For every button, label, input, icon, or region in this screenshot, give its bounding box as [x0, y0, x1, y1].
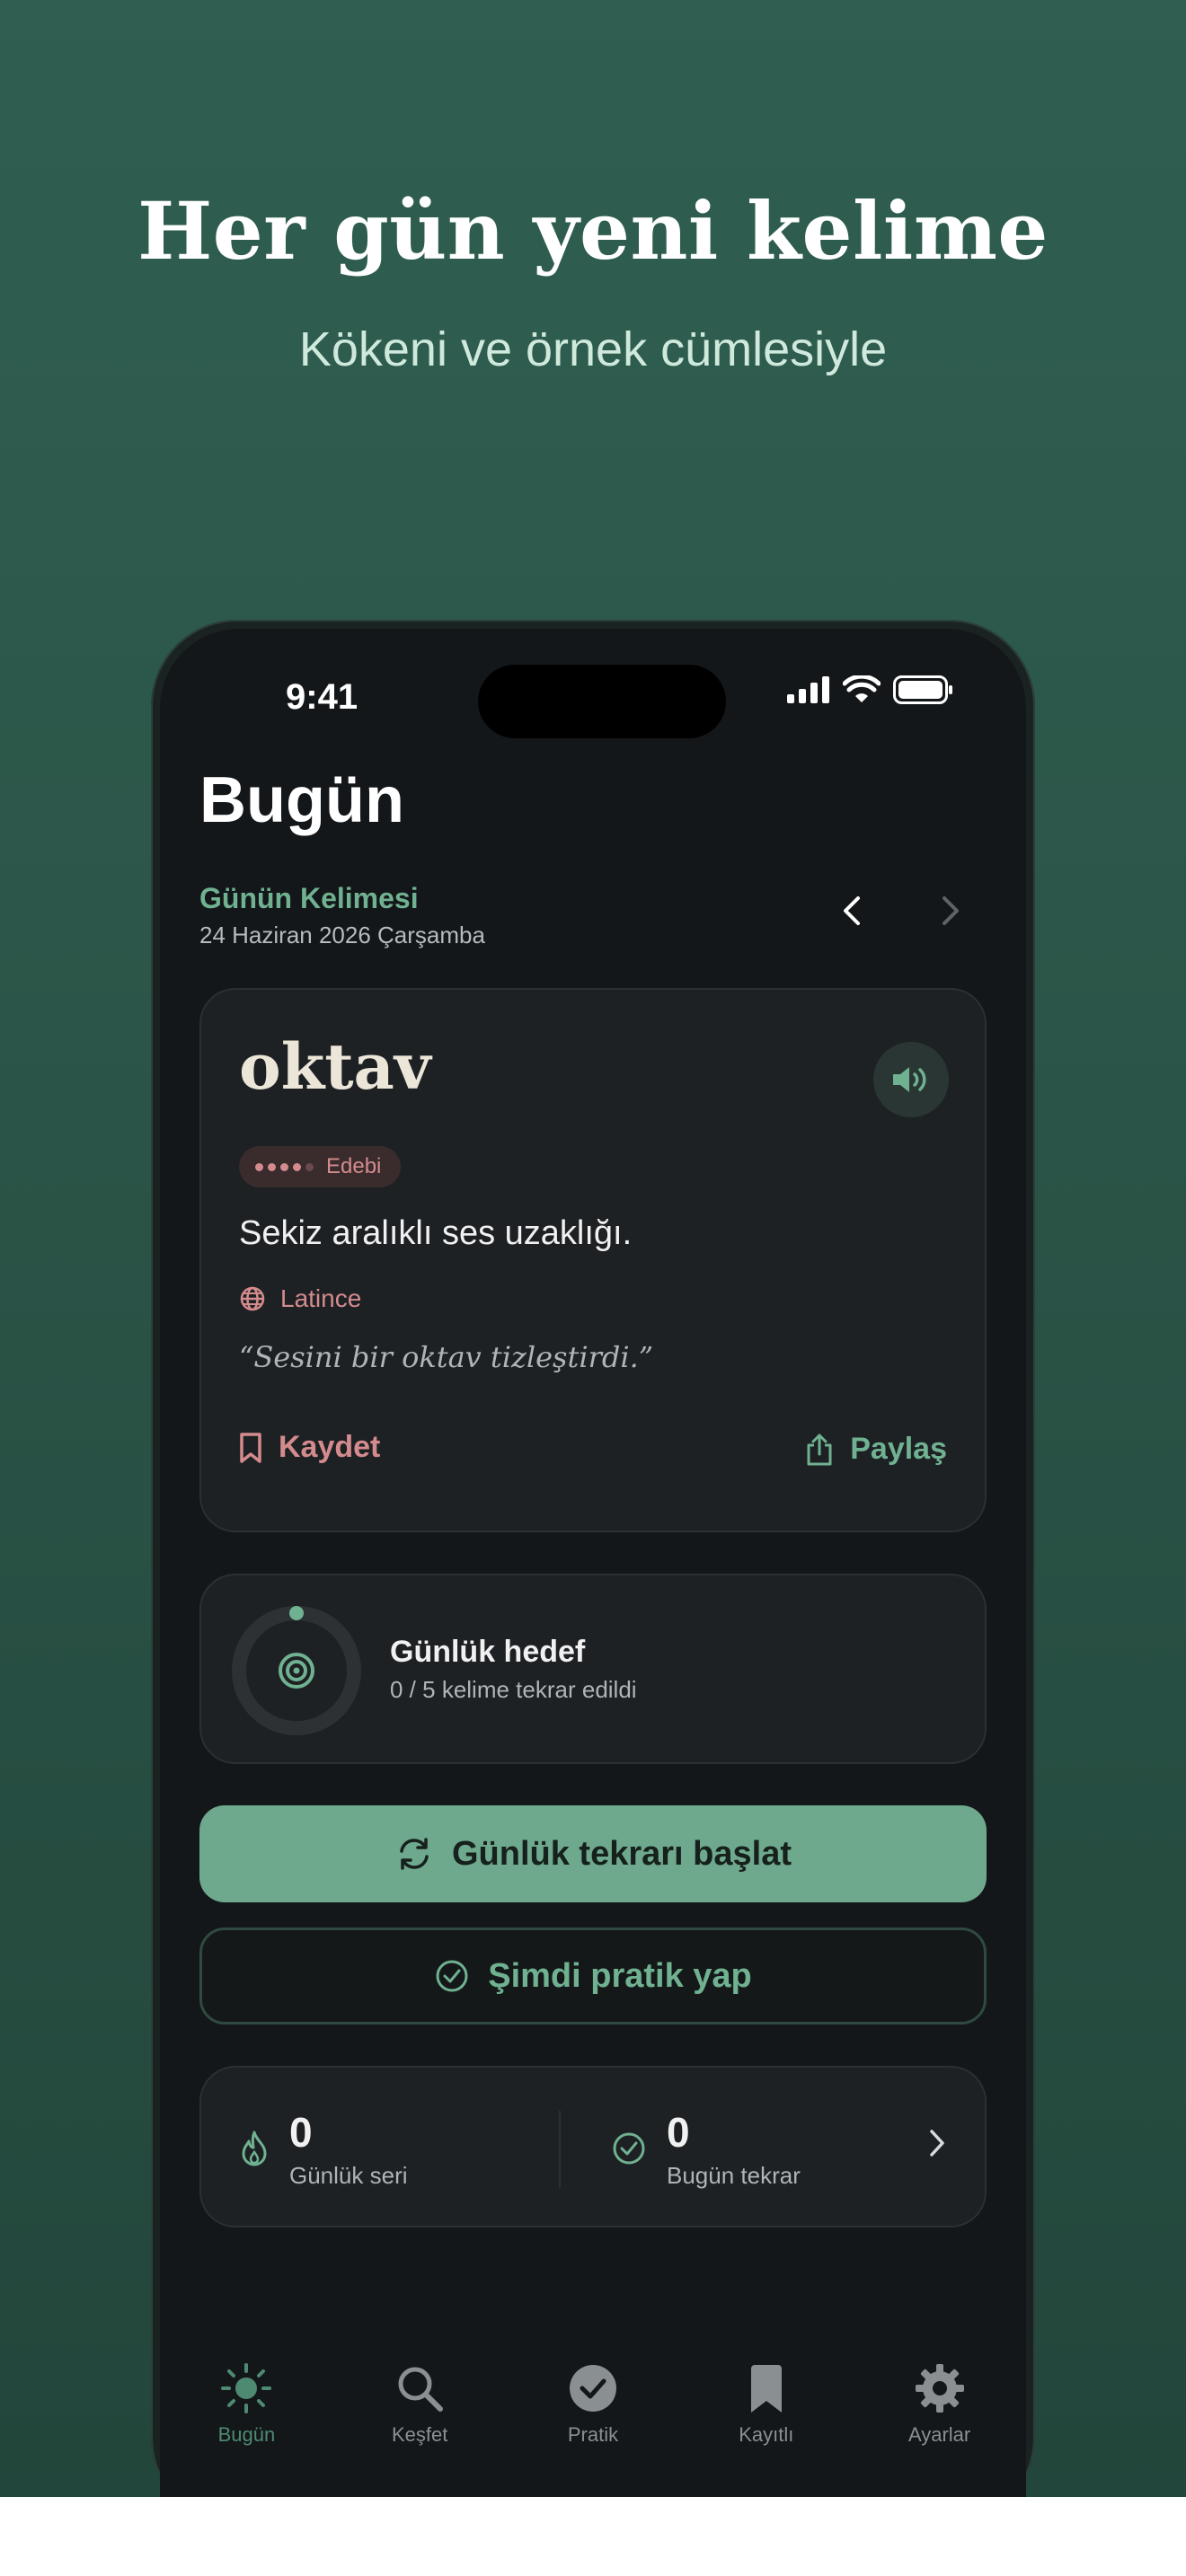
hero-title: Her gün yeni kelime — [137, 184, 1049, 278]
daily-goal-progress: 0 / 5 kelime tekrar edildi — [390, 1676, 637, 1703]
practice-now-label: Şimdi pratik yap — [488, 1956, 752, 1995]
tab-pratik[interactable]: Pratik — [507, 2362, 680, 2488]
level-dot — [293, 1162, 301, 1171]
tab-label: Bugün — [217, 2423, 276, 2446]
tab-kayitli[interactable]: Kayıtlı — [679, 2362, 853, 2488]
stats-divider — [559, 2111, 561, 2188]
review-label: Bugün tekrar — [667, 2161, 801, 2189]
tab-label: Pratik — [567, 2423, 619, 2446]
word-card: oktav Edebi Sekiz aralıklı ses uzaklığı. — [199, 988, 987, 1532]
share-word-label: Paylaş — [850, 1432, 947, 1466]
stats-card[interactable]: 0 Günlük seri 0 Bugün tekrar — [199, 2066, 987, 2228]
word-of-day-date: 24 Haziran 2026 Çarşamba — [199, 922, 485, 948]
bookmark-icon — [240, 1432, 261, 1463]
check-circle-icon — [613, 2132, 645, 2165]
tab-bugun[interactable]: Bugün — [160, 2362, 333, 2488]
tab-label: Ayarlar — [907, 2423, 971, 2446]
word-title: oktav — [239, 1029, 431, 1104]
bottom-margin — [0, 2497, 1186, 2576]
battery-icon — [893, 675, 952, 704]
streak-value: 0 — [289, 2108, 313, 2156]
status-icons — [787, 675, 954, 704]
goal-progress-ring — [232, 1606, 361, 1735]
daily-goal-card[interactable]: Günlük hedef 0 / 5 kelime tekrar edildi — [199, 1574, 987, 1764]
sun-icon — [221, 2363, 272, 2413]
goal-progress-marker — [289, 1606, 304, 1620]
flame-icon — [242, 2130, 267, 2166]
level-dot — [280, 1162, 288, 1171]
share-word-button[interactable]: Paylaş — [805, 1432, 947, 1467]
daily-goal-title: Günlük hedef — [390, 1635, 586, 1669]
status-time: 9:41 — [286, 677, 358, 717]
start-daily-review-label: Günlük tekrarı başlat — [451, 1834, 792, 1873]
phone-frame: 9:41 Bugün Günün Kelimesi 24 Haziran 202 — [151, 620, 1035, 2524]
tab-ayarlar[interactable]: Ayarlar — [853, 2362, 1026, 2488]
chevron-right-icon — [930, 2130, 944, 2157]
save-word-button[interactable]: Kaydet — [239, 1430, 380, 1465]
check-circle-icon — [569, 2365, 616, 2412]
gear-icon — [915, 2364, 964, 2413]
review-value: 0 — [667, 2108, 690, 2156]
target-icon — [279, 1653, 314, 1689]
refresh-icon — [400, 1838, 429, 1870]
next-word-button[interactable] — [924, 884, 978, 938]
word-origin-label: Latince — [280, 1284, 362, 1312]
streak-label: Günlük seri — [289, 2161, 408, 2189]
save-word-label: Kaydet — [279, 1430, 381, 1464]
dynamic-island — [478, 665, 726, 738]
bookmark-icon — [750, 2365, 782, 2413]
level-badge: Edebi — [239, 1146, 402, 1187]
page-title: Bugün — [199, 764, 404, 836]
wifi-icon — [843, 675, 881, 702]
pronounce-button[interactable] — [873, 1042, 949, 1117]
stats-open-button[interactable] — [927, 2129, 947, 2162]
level-dot — [268, 1162, 276, 1171]
hero-subtitle: Kökeni ve örnek cümlesiyle — [298, 322, 888, 376]
level-badge-label: Edebi — [326, 1154, 382, 1178]
level-dot — [255, 1162, 263, 1171]
level-dots — [255, 1162, 314, 1171]
check-circle-icon — [436, 1960, 468, 1992]
word-of-day-label: Günün Kelimesi — [199, 882, 419, 914]
start-daily-review-button[interactable]: Günlük tekrarı başlat — [199, 1805, 987, 1902]
signal-icon — [787, 676, 829, 703]
chevron-right-icon — [943, 896, 959, 925]
speaker-icon — [893, 1067, 926, 1092]
streak-stat: 0 Günlük seri — [239, 2068, 408, 2229]
globe-icon — [240, 1286, 265, 1311]
share-icon — [807, 1434, 832, 1465]
word-origin: Latince — [239, 1284, 361, 1313]
tab-kesfet[interactable]: Keşfet — [333, 2362, 507, 2488]
previous-word-button[interactable] — [825, 884, 879, 938]
tab-bar: Bugün Keşfet Pratik Kayıtlı Ayarlar — [160, 2362, 1026, 2488]
chevron-left-icon — [844, 896, 860, 925]
review-stat: 0 Bugün tekrar — [611, 2068, 801, 2229]
app-screen: 9:41 Bugün Günün Kelimesi 24 Haziran 202 — [160, 629, 1026, 2524]
level-dot — [305, 1162, 314, 1171]
tab-label: Keşfet — [392, 2423, 448, 2446]
word-example: “Sesini bir oktav tizleştirdi.” — [239, 1340, 654, 1374]
tab-label: Kayıtlı — [739, 2423, 794, 2446]
word-definition: Sekiz aralıklı ses uzaklığı. — [239, 1214, 633, 1252]
search-icon — [398, 2367, 444, 2412]
practice-now-button[interactable]: Şimdi pratik yap — [199, 1928, 987, 2025]
